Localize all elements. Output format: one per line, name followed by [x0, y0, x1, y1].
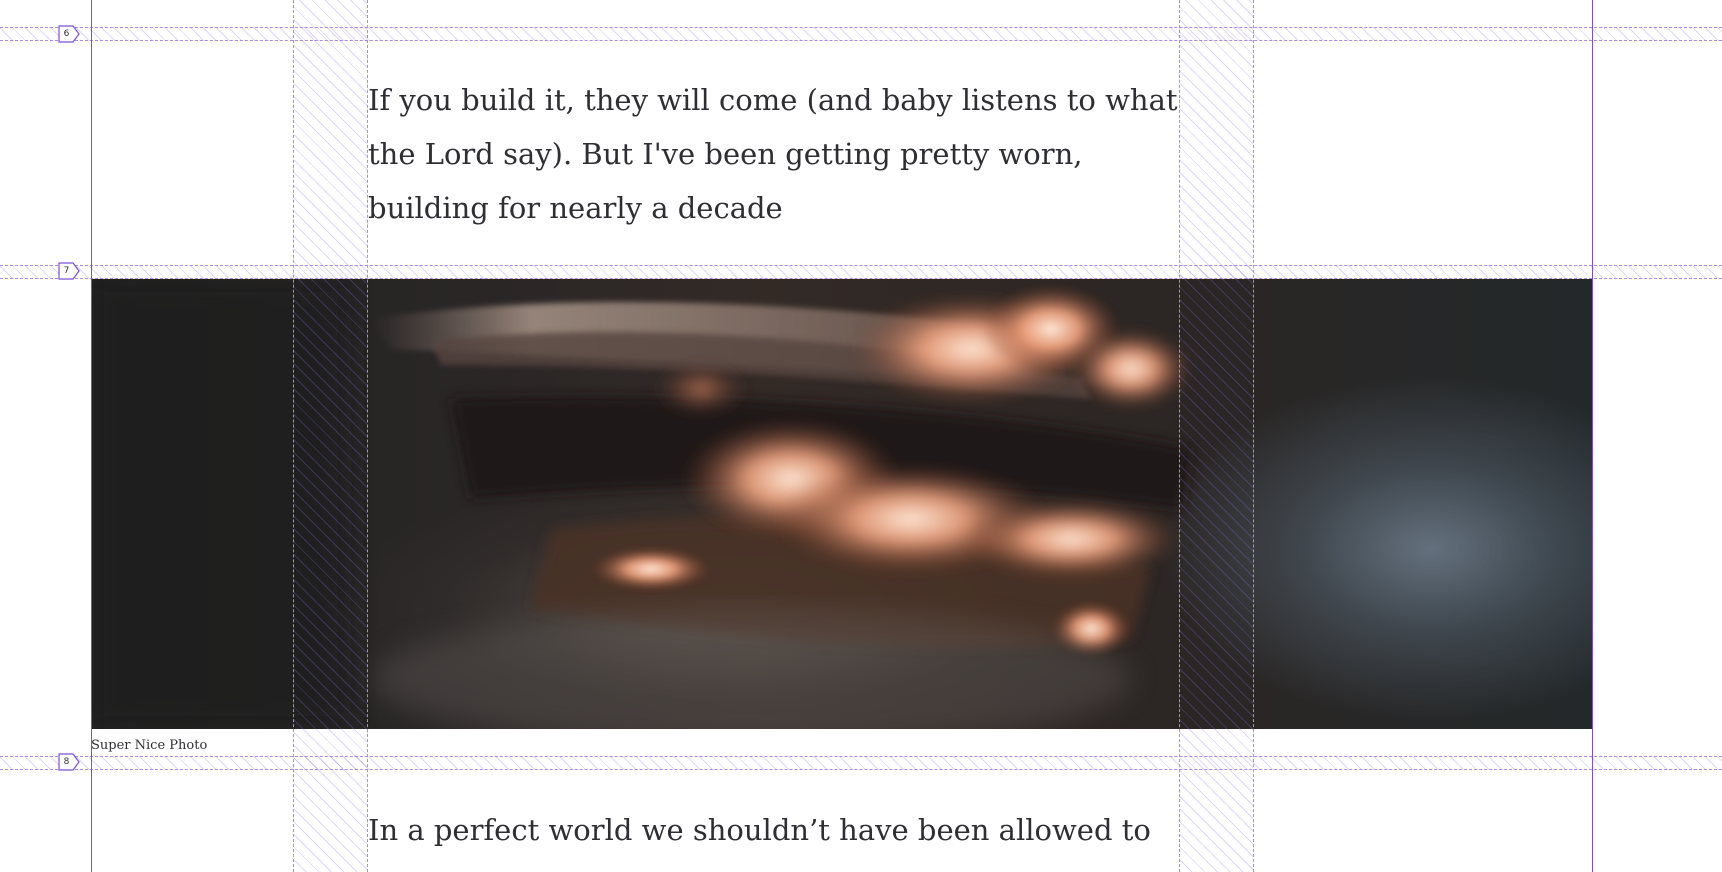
- row-marker-8[interactable]: 8: [58, 753, 80, 771]
- page-canvas: 6 7 8 If you build it, they will come (a…: [0, 0, 1722, 872]
- body-paragraph: If you build it, they will come (and bab…: [368, 83, 1178, 225]
- row-marker-label: 7: [63, 266, 70, 276]
- container-right-edge: [1592, 0, 1593, 872]
- hero-image-fire: [91, 279, 1592, 729]
- row-band-7: [0, 265, 1722, 279]
- row-marker-label: 8: [63, 757, 70, 767]
- row-marker-7[interactable]: 7: [58, 262, 80, 280]
- fire-photo-icon: [91, 279, 1191, 729]
- row-band-6: [0, 27, 1722, 41]
- body-paragraph: In a perfect world we shouldn’t have bee…: [368, 813, 1151, 872]
- image-caption: Super Nice Photo: [91, 738, 208, 753]
- container-left-edge: [91, 0, 92, 872]
- row-marker-label: 6: [63, 29, 70, 39]
- row-marker-6[interactable]: 6: [58, 25, 80, 43]
- row-band-8: [0, 756, 1722, 770]
